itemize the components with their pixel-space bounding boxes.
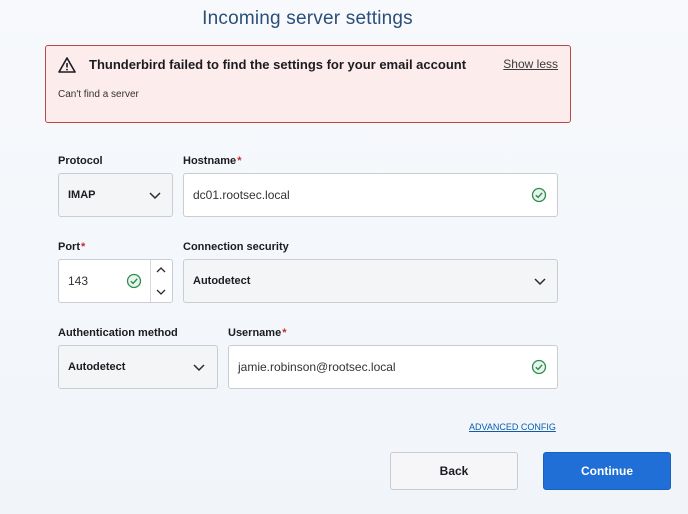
- authentication-method-label: Authentication method: [58, 327, 178, 339]
- username-label: Username*: [228, 327, 287, 339]
- username-value: jamie.robinson@rootsec.local: [238, 360, 396, 374]
- increment-button[interactable]: [151, 260, 171, 281]
- error-notification: Thunderbird failed to find the settings …: [45, 45, 571, 123]
- port-label: Port*: [58, 241, 86, 253]
- port-stepper[interactable]: 143: [58, 259, 173, 303]
- decrement-button[interactable]: [151, 281, 171, 302]
- port-value: 143: [68, 274, 89, 288]
- show-less-link[interactable]: Show less: [503, 57, 558, 71]
- connection-security-value: Autodetect: [193, 275, 251, 287]
- protocol-label: Protocol: [58, 155, 103, 167]
- chevron-down-icon: [534, 278, 546, 286]
- username-input[interactable]: jamie.robinson@rootsec.local: [228, 345, 558, 389]
- authentication-method-value: Autodetect: [68, 361, 126, 373]
- chevron-down-icon: [193, 364, 205, 372]
- error-detail: Can't find a server: [58, 89, 139, 100]
- valid-check-icon: [531, 187, 547, 203]
- back-button[interactable]: Back: [390, 452, 518, 490]
- error-title: Thunderbird failed to find the settings …: [89, 57, 467, 72]
- page-title: Incoming server settings: [202, 8, 413, 29]
- protocol-select[interactable]: IMAP: [58, 173, 173, 217]
- valid-check-icon: [126, 273, 142, 289]
- advanced-config-link[interactable]: ADVANCED CONFIG: [469, 422, 556, 432]
- hostname-value: dc01.rootsec.local: [193, 188, 290, 202]
- protocol-value: IMAP: [68, 189, 96, 201]
- hostname-label: Hostname*: [183, 155, 242, 167]
- continue-button[interactable]: Continue: [543, 452, 671, 490]
- connection-security-select[interactable]: Autodetect: [183, 259, 558, 303]
- warning-icon: [58, 57, 76, 73]
- hostname-input[interactable]: dc01.rootsec.local: [183, 173, 558, 217]
- chevron-down-icon: [149, 192, 161, 200]
- connection-security-label: Connection security: [183, 241, 289, 253]
- valid-check-icon: [531, 359, 547, 375]
- authentication-method-select[interactable]: Autodetect: [58, 345, 218, 389]
